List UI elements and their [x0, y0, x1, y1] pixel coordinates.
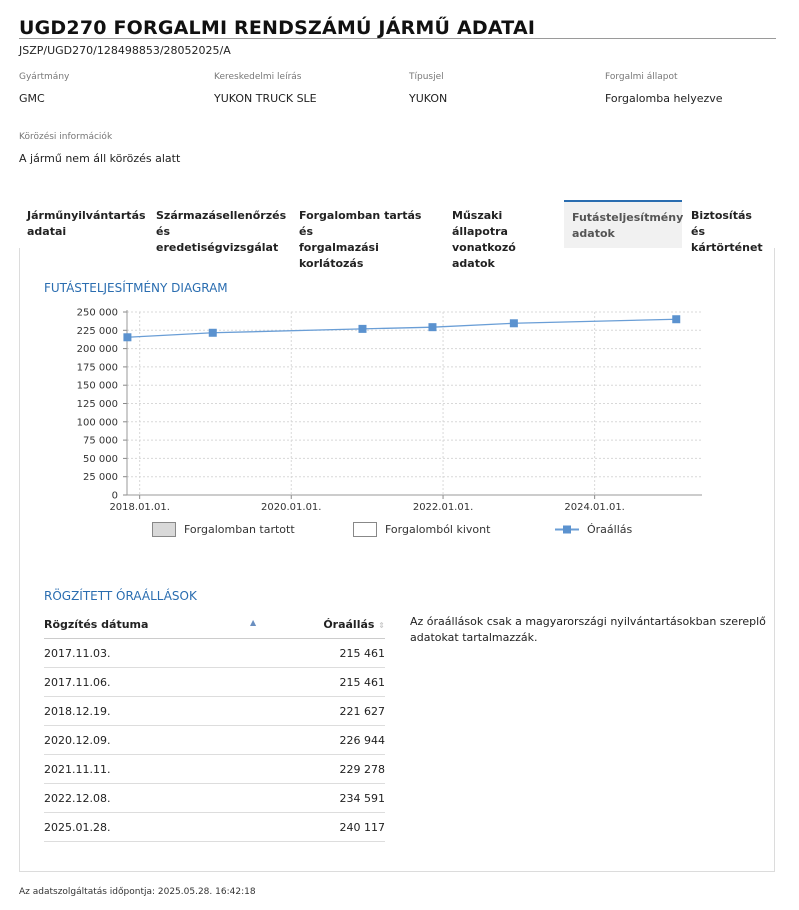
chart-gridlines: [127, 311, 702, 495]
table-header-row: Rögzítés dátuma ▲ Óraállás ⇕: [44, 611, 385, 639]
x-tick-label: 2022.01.01.: [413, 502, 473, 513]
x-tick-label: 2020.01.01.: [261, 502, 321, 513]
data-point: [428, 323, 437, 332]
row-date: 2017.11.06.: [44, 667, 259, 697]
y-tick-label: 125 000: [77, 399, 118, 410]
table-row: 2018.12.19. 221 627: [44, 696, 385, 726]
chart-y-tick-labels: 0 25 000 50 000 75 000 100 000 125 000 150 000…: [77, 308, 118, 502]
sort-neutral-icon[interactable]: ⇕: [378, 621, 385, 630]
y-tick-label: 100 000: [77, 417, 118, 428]
chart-axes: [123, 310, 702, 499]
legend-in-service: Forgalomban tartott: [152, 522, 295, 537]
legend-label: Forgalomban tartott: [184, 523, 295, 536]
row-date: 2025.01.28.: [44, 812, 259, 842]
y-tick-label: 75 000: [83, 436, 118, 447]
table-row: 2021.11.11. 229 278: [44, 754, 385, 784]
data-point: [358, 324, 367, 333]
y-tick-label: 225 000: [77, 326, 118, 337]
legend-withdrawn: Forgalomból kivont: [353, 522, 490, 537]
column-header-reading[interactable]: Óraállás ⇕: [258, 611, 385, 639]
row-reading: 215 461: [258, 667, 385, 697]
row-reading: 226 944: [258, 725, 385, 755]
legend-line-marker-icon: [555, 525, 579, 534]
x-tick-label: 2018.01.01.: [109, 502, 169, 513]
y-tick-label: 25 000: [83, 472, 118, 483]
row-date: 2022.12.08.: [44, 783, 259, 813]
table-row: 2022.12.08. 234 591: [44, 783, 385, 813]
y-tick-label: 250 000: [77, 308, 118, 319]
chart-series: [123, 315, 681, 342]
y-tick-label: 0: [112, 491, 118, 502]
row-reading: 215 461: [258, 638, 385, 668]
mileage-note: Az óraállások csak a magyarországi nyilv…: [410, 615, 766, 644]
column-header-date[interactable]: Rögzítés dátuma ▲: [44, 611, 259, 639]
data-point: [123, 333, 132, 342]
data-timestamp: Az adatszolgáltatás időpontja: 2025.05.2…: [19, 887, 256, 897]
row-date: 2018.12.19.: [44, 696, 259, 726]
row-reading: 221 627: [258, 696, 385, 726]
legend-label: Óraállás: [587, 523, 633, 536]
table-row: 2025.01.28. 240 117: [44, 812, 385, 842]
recorded-readings-title: RÖGZÍTETT ÓRAÁLLÁSOK: [44, 589, 197, 603]
table-row: 2017.11.06. 215 461: [44, 667, 385, 697]
mileage-line-chart: 0 25 000 50 000 75 000 100 000 125 000 150 000…: [77, 308, 702, 513]
y-tick-label: 150 000: [77, 381, 118, 392]
legend-label: Forgalomból kivont: [385, 523, 491, 536]
row-reading: 229 278: [258, 754, 385, 784]
legend-odometer: Óraállás: [555, 522, 632, 537]
legend-swatch: [353, 522, 377, 537]
x-tick-label: 2024.01.01.: [564, 502, 624, 513]
legend-swatch: [152, 522, 176, 537]
data-point: [509, 319, 518, 328]
y-tick-label: 200 000: [77, 344, 118, 355]
sort-ascending-icon[interactable]: ▲: [250, 618, 256, 627]
row-date: 2021.11.11.: [44, 754, 259, 784]
row-date: 2020.12.09.: [44, 725, 259, 755]
chart-x-tick-labels: 2018.01.01. 2020.01.01. 2022.01.01. 2024.01…: [109, 502, 624, 513]
row-reading: 234 591: [258, 783, 385, 813]
y-tick-label: 175 000: [77, 362, 118, 373]
data-point: [208, 328, 217, 337]
y-tick-label: 50 000: [83, 454, 118, 465]
row-reading: 240 117: [258, 812, 385, 842]
table-row: 2017.11.03. 215 461: [44, 638, 385, 668]
table-row: 2020.12.09. 226 944: [44, 725, 385, 755]
row-date: 2017.11.03.: [44, 638, 259, 668]
data-point: [672, 315, 681, 324]
odometer-readings-table: Rögzítés dátuma ▲ Óraállás ⇕ 2017.11.03.…: [44, 611, 385, 842]
